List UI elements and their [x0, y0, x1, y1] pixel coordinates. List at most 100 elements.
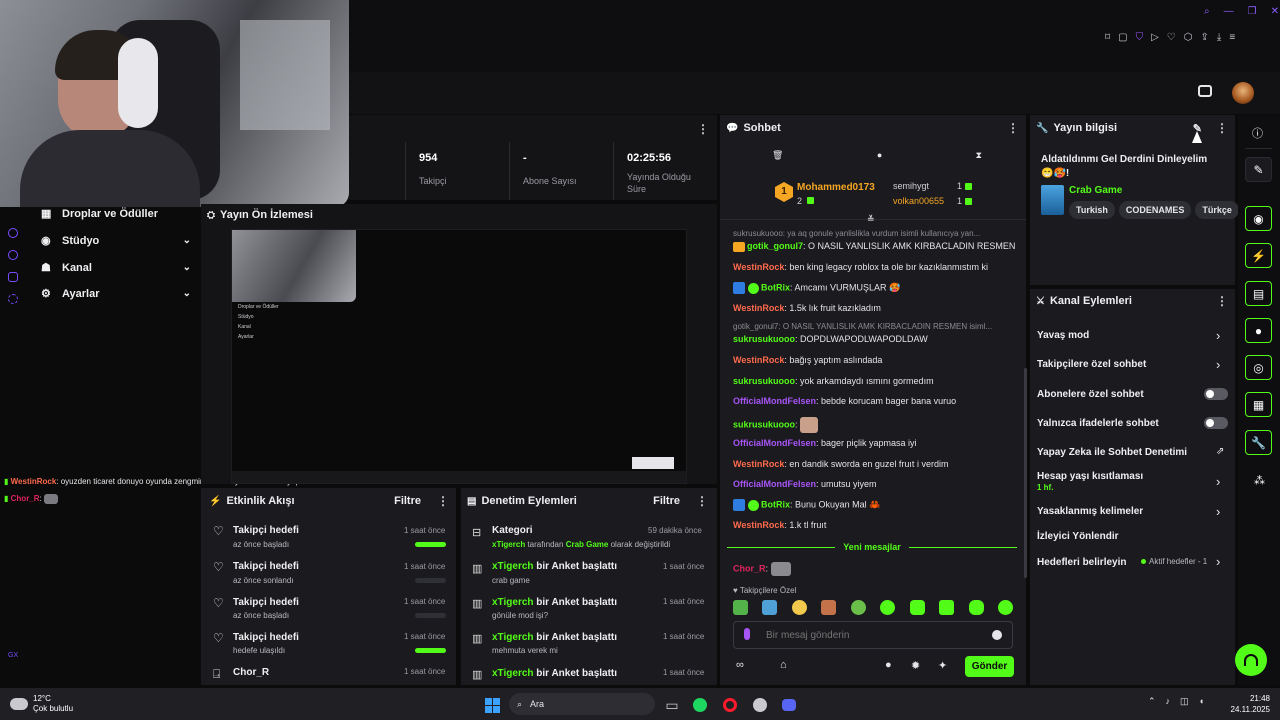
settings-icon[interactable]: ✹ — [911, 659, 920, 672]
layout-icon[interactable]: ⁂ — [1254, 474, 1265, 487]
channel-actions-menu-icon[interactable]: ⋮ — [1216, 294, 1228, 308]
emoji-icon[interactable] — [992, 630, 1002, 640]
emote-icon[interactable] — [850, 600, 866, 615]
emote-icon[interactable] — [968, 600, 984, 615]
weather-widget[interactable]: 12°C Çok bulutlu — [10, 692, 73, 716]
chat-bubble-icon[interactable]: ● — [885, 659, 892, 671]
chat-menu-icon[interactable]: ⋮ — [1007, 121, 1019, 135]
action-followers-only[interactable]: Takipçilere özel sohbet — [1037, 359, 1146, 370]
minimize-icon[interactable]: — — [1224, 6, 1234, 17]
sidebar-item-drops[interactable]: ▦ Droplar ve Ödüller — [41, 207, 158, 221]
moderation-tool-button[interactable]: ▤ — [1245, 281, 1272, 306]
emote-icon[interactable] — [880, 600, 896, 615]
microphone-icon[interactable]: ♪ — [1166, 696, 1171, 707]
tag[interactable]: Turkish — [1069, 201, 1115, 219]
info-icon[interactable]: ⓘ — [1252, 125, 1263, 141]
clock[interactable]: 21:48 24.11.2025 — [1226, 693, 1270, 715]
chat-username[interactable]: BotRix — [761, 499, 790, 509]
chat-username[interactable]: WestinRock — [733, 262, 784, 272]
settings-icon[interactable] — [8, 294, 18, 304]
chat-username[interactable]: BotRix — [761, 282, 790, 292]
wrench-tool-button[interactable]: 🔧 — [1245, 430, 1272, 455]
chat-username[interactable]: WestinRock — [733, 459, 784, 469]
chat-username[interactable]: gotik_gonul7 — [747, 241, 803, 251]
discord-icon[interactable] — [781, 694, 797, 716]
bookmark-icon[interactable]: ⌑ — [1105, 32, 1110, 46]
send-button[interactable]: Gönder — [965, 656, 1014, 677]
taskbar-search[interactable]: ⌕ Ara — [509, 693, 655, 715]
store-icon[interactable]: ⌂ — [780, 659, 787, 671]
preview-tool-button[interactable]: ◉ — [1245, 206, 1272, 231]
chat-username[interactable]: OfficialMondFelsen — [733, 479, 816, 489]
external-link-icon[interactable]: ⇗ — [1216, 446, 1224, 457]
chat-username[interactable]: sukrusukuooo — [733, 419, 795, 429]
download-icon[interactable]: ⤓ — [1217, 32, 1221, 46]
subs-only-toggle[interactable] — [1204, 388, 1228, 400]
chevron-right-icon[interactable]: › — [1216, 474, 1220, 489]
start-icon[interactable] — [483, 694, 501, 716]
action-ai-moderation[interactable]: Yapay Zeka ile Sohbet Denetimi — [1037, 447, 1187, 458]
microphone-icon[interactable] — [744, 628, 750, 640]
emote-icon[interactable] — [997, 600, 1013, 615]
sidebar-item-channel[interactable]: ☗ Kanal ⌄ — [41, 261, 191, 275]
emotes-only-toggle[interactable] — [1204, 417, 1228, 429]
stream-info-menu-icon[interactable]: ⋮ — [1216, 121, 1228, 135]
preview-screen[interactable]: Droplar ve Ödüller Stüdyo Kanal Ayarlar — [231, 229, 687, 484]
activity-filter-button[interactable]: Filtre — [394, 495, 421, 507]
play-icon[interactable]: ▷ — [1151, 32, 1159, 46]
moderation-menu-icon[interactable]: ⋮ — [696, 494, 708, 508]
avatar[interactable] — [1232, 82, 1254, 104]
trash-icon[interactable]: 🗑 — [772, 150, 783, 161]
hourglass-icon[interactable]: ⧗ — [976, 150, 982, 161]
spotify-icon[interactable] — [692, 694, 708, 716]
chat-username[interactable]: OfficialMondFelsen — [733, 396, 816, 406]
maximize-icon[interactable]: ❐ — [1248, 6, 1257, 17]
support-button[interactable] — [1235, 644, 1267, 676]
chat-input[interactable] — [766, 627, 986, 643]
emote-icon[interactable] — [821, 600, 837, 615]
menu-icon[interactable]: ≡ — [1229, 32, 1235, 46]
chat-username[interactable]: WestinRock — [733, 520, 784, 530]
chevron-right-icon[interactable]: › — [1216, 328, 1220, 343]
network-icon[interactable]: ◫ — [1180, 696, 1189, 707]
discord-icon[interactable] — [8, 272, 18, 282]
shield-icon[interactable]: ⛉ — [1136, 32, 1144, 46]
search-icon[interactable]: ⌕ — [1204, 6, 1210, 17]
activity-menu-icon[interactable]: ⋮ — [437, 494, 449, 508]
tag[interactable]: Türkçe — [1195, 201, 1239, 219]
chevron-right-icon[interactable]: › — [1216, 504, 1220, 519]
stream-manager-icon[interactable] — [1198, 85, 1212, 97]
clock-icon[interactable] — [8, 228, 18, 238]
edit-tool-button[interactable]: ✎ — [1245, 157, 1272, 182]
activity-tool-button[interactable]: ⚡ — [1245, 243, 1272, 268]
emote-icon[interactable] — [762, 600, 778, 615]
chevron-right-icon[interactable]: › — [1216, 554, 1220, 569]
action-account-age[interactable]: Hesap yaşı kısıtlaması — [1037, 471, 1143, 482]
extensions-icon[interactable]: ⬡ — [1184, 32, 1193, 46]
message-icon[interactable]: ● — [877, 150, 882, 161]
action-set-goals[interactable]: Hedefleri belirleyin — [1037, 557, 1126, 568]
chat-scrollbar[interactable] — [1024, 368, 1027, 578]
category-name[interactable]: Crab Game — [1069, 185, 1122, 196]
chat-username[interactable]: Chor_R — [733, 563, 766, 573]
chat-username[interactable]: sukrusukuooo — [733, 376, 795, 386]
stats-menu-icon[interactable]: ⋮ — [697, 122, 709, 136]
action-emotes-only[interactable]: Yalnızca ifadelerle sohbet — [1037, 418, 1159, 429]
action-redirect-viewers[interactable]: İzleyici Yönlendir — [1037, 531, 1119, 542]
volume-icon[interactable]: ◖ — [1199, 696, 1204, 707]
heart-icon[interactable]: ♡ — [1167, 32, 1176, 46]
opera-icon[interactable] — [722, 694, 738, 716]
broadcast-tool-button[interactable]: ◎ — [1245, 355, 1272, 380]
steam-icon[interactable] — [752, 694, 768, 716]
emote-icon[interactable] — [939, 600, 955, 615]
chat-username[interactable]: WestinRock — [733, 303, 784, 313]
chat-username[interactable]: sukrusukuooo — [733, 334, 795, 344]
action-banned-words[interactable]: Yasaklanmış kelimeler — [1037, 506, 1143, 517]
emote-icon[interactable] — [909, 600, 925, 615]
emote-icon[interactable] — [791, 600, 807, 615]
share-icon[interactable]: ⇪ — [1201, 32, 1209, 46]
stats-tool-button[interactable]: ▦ — [1245, 392, 1272, 417]
category-thumbnail[interactable] — [1041, 185, 1064, 215]
action-subs-only[interactable]: Abonelere özel sohbet — [1037, 389, 1144, 400]
chat-input-box[interactable] — [733, 621, 1013, 649]
